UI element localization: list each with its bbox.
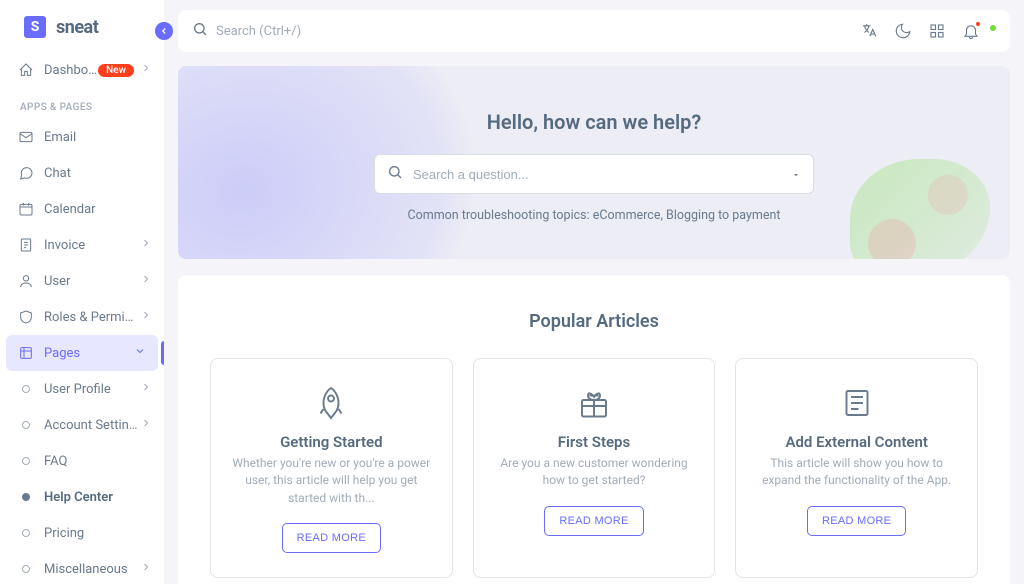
sidebar-item-invoice[interactable]: Invoice	[0, 227, 164, 263]
nav-label: Email	[44, 130, 152, 145]
nav-label: Pages	[44, 346, 134, 361]
notification-dot	[975, 21, 981, 27]
subitem-pricing[interactable]: Pricing	[0, 515, 164, 551]
chevron-right-icon	[140, 273, 152, 289]
logo[interactable]: S sneat	[0, 0, 164, 48]
topbar-actions	[860, 22, 996, 40]
sidebar-item-roles-permissions[interactable]: Roles & Permissio...	[0, 299, 164, 335]
nav-label: Chat	[44, 166, 152, 181]
nav-label: Invoice	[44, 238, 140, 253]
sidebar-item-chat[interactable]: Chat	[0, 155, 164, 191]
nav-label: Calendar	[44, 202, 152, 217]
mail-icon	[18, 129, 34, 145]
subitem-user-profile[interactable]: User Profile	[0, 371, 164, 407]
search-icon	[192, 21, 208, 41]
hero-search[interactable]	[374, 154, 814, 194]
logo-mark: S	[24, 16, 46, 38]
status-online-dot	[989, 24, 997, 32]
subitem-help-center[interactable]: Help Center	[0, 479, 164, 515]
shield-icon	[18, 309, 34, 325]
hero-search-input[interactable]	[413, 167, 781, 182]
hero-title: Hello, how can we help?	[202, 110, 986, 134]
chevron-right-icon	[140, 309, 152, 325]
nav-label: User	[44, 274, 140, 289]
article-card-external-content: Add External Content This article will s…	[735, 358, 978, 578]
pages-submenu: User Profile Account Settings FAQ Help C…	[0, 371, 164, 584]
chat-icon	[18, 165, 34, 181]
sidebar-item-email[interactable]: Email	[0, 119, 164, 155]
read-more-button[interactable]: READ MORE	[807, 506, 906, 536]
read-more-button[interactable]: READ MORE	[282, 523, 381, 553]
card-desc: Whether you're new or you're a power use…	[229, 455, 434, 507]
sidebar-item-calendar[interactable]: Calendar	[0, 191, 164, 227]
sidebar-item-dashboards[interactable]: Dashboards New	[0, 52, 164, 88]
caret-down-icon[interactable]	[791, 165, 801, 184]
content: Hello, how can we help? Common troublesh…	[164, 52, 1024, 584]
card-desc: Are you a new customer wondering how to …	[492, 455, 697, 490]
home-icon	[18, 62, 34, 78]
article-cards: Getting Started Whether you're new or yo…	[210, 358, 978, 578]
notifications-icon[interactable]	[962, 22, 980, 40]
subitem-faq[interactable]: FAQ	[0, 443, 164, 479]
nav-section-apps-pages: APPS & PAGES	[0, 88, 164, 119]
sidebar-collapse-button[interactable]	[155, 22, 173, 40]
hero-section: Hello, how can we help? Common troublesh…	[178, 66, 1010, 259]
popular-articles-section: Popular Articles Getting Started Whether…	[178, 275, 1010, 584]
topbar: Search (Ctrl+/)	[178, 10, 1010, 52]
logo-text: sneat	[56, 17, 98, 38]
hero-subtitle: Common troubleshooting topics: eCommerce…	[202, 208, 986, 223]
rocket-icon	[311, 383, 351, 423]
chevron-right-icon	[140, 561, 152, 577]
read-more-button[interactable]: READ MORE	[544, 506, 643, 536]
sidebar-item-pages[interactable]: Pages	[6, 335, 158, 371]
chevron-right-icon	[140, 381, 152, 397]
theme-toggle-icon[interactable]	[894, 22, 912, 40]
new-badge: New	[98, 64, 134, 77]
card-desc: This article will show you how to expand…	[754, 455, 959, 490]
search-placeholder: Search (Ctrl+/)	[216, 24, 301, 39]
nav-label: Dashboards	[44, 63, 98, 78]
calendar-icon	[18, 201, 34, 217]
sidebar-item-user[interactable]: User	[0, 263, 164, 299]
pages-icon	[18, 345, 34, 361]
subitem-account-settings[interactable]: Account Settings	[0, 407, 164, 443]
document-icon	[837, 383, 877, 423]
chevron-right-icon	[140, 62, 152, 78]
main: Search (Ctrl+/) Hello, how can we help?	[164, 0, 1024, 584]
global-search[interactable]: Search (Ctrl+/)	[192, 21, 850, 41]
nav: Dashboards New APPS & PAGES Email Chat C…	[0, 48, 164, 584]
gift-icon	[574, 383, 614, 423]
user-icon	[18, 273, 34, 289]
chevron-down-icon	[134, 345, 146, 361]
sidebar: S sneat Dashboards New APPS & PAGES Emai…	[0, 0, 164, 584]
chevron-right-icon	[140, 417, 152, 433]
invoice-icon	[18, 237, 34, 253]
card-title: Getting Started	[280, 433, 382, 451]
chevron-right-icon	[140, 237, 152, 253]
nav-label: Roles & Permissio...	[44, 310, 140, 325]
language-icon[interactable]	[860, 22, 878, 40]
search-icon	[387, 164, 403, 184]
article-card-getting-started: Getting Started Whether you're new or yo…	[210, 358, 453, 578]
card-title: First Steps	[558, 433, 630, 451]
section-title: Popular Articles	[210, 311, 978, 332]
card-title: Add External Content	[785, 433, 927, 451]
subitem-miscellaneous[interactable]: Miscellaneous	[0, 551, 164, 584]
article-card-first-steps: First Steps Are you a new customer wonde…	[473, 358, 716, 578]
apps-grid-icon[interactable]	[928, 22, 946, 40]
